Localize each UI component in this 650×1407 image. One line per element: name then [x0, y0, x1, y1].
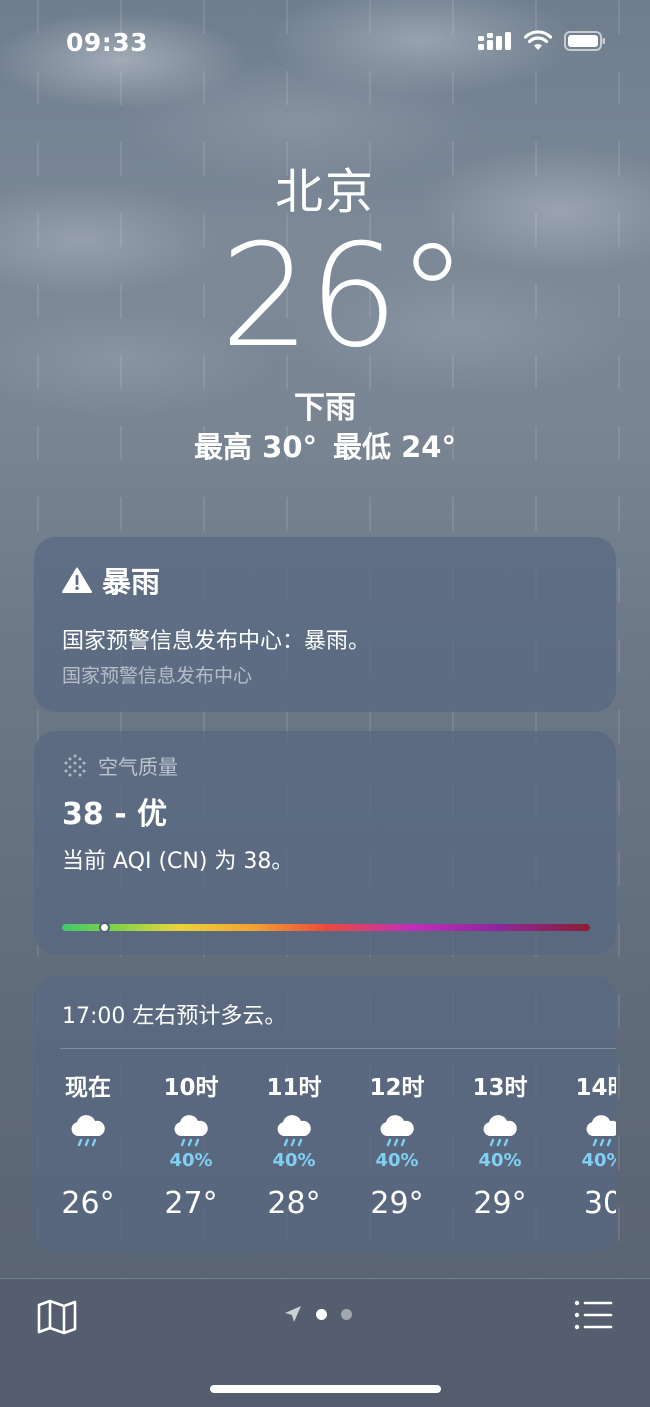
location-list-button[interactable] [574, 1299, 614, 1335]
divider [60, 1048, 616, 1049]
list-icon [574, 1300, 613, 1330]
wifi-icon [524, 30, 552, 50]
precipitation-probability: 40% [169, 1150, 213, 1171]
low-temperature: 最低 24° [333, 430, 456, 464]
hourly-item: 10时 40% 27° [141, 1072, 241, 1221]
hour-temperature: 28° [267, 1186, 321, 1221]
aqi-scale-bar [62, 922, 590, 933]
hour-temperature: 29° [370, 1186, 424, 1221]
alert-header: 暴雨 [62, 559, 160, 601]
hour-temperature: 26° [61, 1186, 115, 1221]
cellular-signal-icon [478, 32, 511, 50]
hourly-item: 14时 40% 30 [553, 1072, 616, 1221]
hour-temperature: 29° [473, 1186, 527, 1221]
hourly-forecast-list[interactable]: 现在 26° 10时 40% 27° 11时 40% 28° 12时 40% 29° 13时 40% 29… [34, 1072, 616, 1242]
alert-title: 暴雨 [102, 565, 161, 599]
air-quality-icon [64, 754, 86, 776]
air-quality-header: 空气质量 [62, 751, 178, 780]
location-arrow-icon [285, 1306, 301, 1322]
map-button[interactable] [37, 1299, 77, 1339]
aqi-value: 38 - 优 [62, 797, 168, 832]
precipitation-probability: 40% [581, 1150, 616, 1171]
map-icon [37, 1299, 77, 1335]
alert-body: 国家预警信息发布中心：暴雨。 [62, 629, 371, 654]
hourly-item: 11时 40% 28° [244, 1072, 344, 1221]
hour-label: 12时 [369, 1075, 425, 1101]
current-temperature: 26° [220, 214, 468, 379]
high-low-temperatures: 最高 30° 最低 24° [0, 424, 650, 466]
page-indicator[interactable] [284, 1305, 352, 1323]
severe-weather-alert-card[interactable]: 暴雨 国家预警信息发布中心：暴雨。 国家预警信息发布中心 [34, 537, 616, 712]
aqi-description: 当前 AQI (CN) 为 38。 [62, 849, 294, 874]
battery-icon [564, 31, 605, 51]
home-indicator[interactable] [210, 1385, 441, 1393]
high-temperature: 最高 30° [194, 430, 317, 464]
hour-label: 现在 [65, 1075, 111, 1101]
hourly-item: 现在 26° [38, 1072, 138, 1221]
hour-label: 10时 [163, 1075, 219, 1101]
weather-condition: 下雨 [294, 390, 356, 426]
precipitation-probability: 40% [375, 1150, 419, 1171]
air-quality-label: 空气质量 [98, 755, 178, 779]
hourly-item: 13时 40% 29° [450, 1072, 550, 1221]
hourly-item: 12时 40% 29° [347, 1072, 447, 1221]
page-dot-current[interactable] [316, 1308, 327, 1320]
aqi-indicator-dot [99, 922, 111, 933]
hour-label: 14时 [575, 1075, 616, 1101]
hourly-forecast-card[interactable]: 17:00 左右预计多云。 现在 26° 10时 40% 27° 11时 40% 28° 12时… [34, 976, 616, 1253]
hour-label: 11时 [266, 1075, 322, 1101]
hourly-summary: 17:00 左右预计多云。 [62, 1004, 287, 1029]
warning-triangle-icon [62, 567, 92, 593]
hour-temperature: 27° [164, 1186, 218, 1221]
precipitation-probability: 40% [272, 1150, 316, 1171]
precipitation-probability: 40% [478, 1150, 522, 1171]
air-quality-card[interactable]: 空气质量 38 - 优 当前 AQI (CN) 为 38。 [34, 731, 616, 955]
page-dot[interactable] [341, 1308, 352, 1320]
hour-temperature: 30 [583, 1186, 616, 1221]
status-icons [478, 30, 606, 52]
precipitation-probability [38, 1150, 138, 1172]
alert-source: 国家预警信息发布中心 [62, 665, 253, 687]
hour-label: 13时 [472, 1075, 528, 1101]
status-time: 09:33 [66, 28, 149, 57]
